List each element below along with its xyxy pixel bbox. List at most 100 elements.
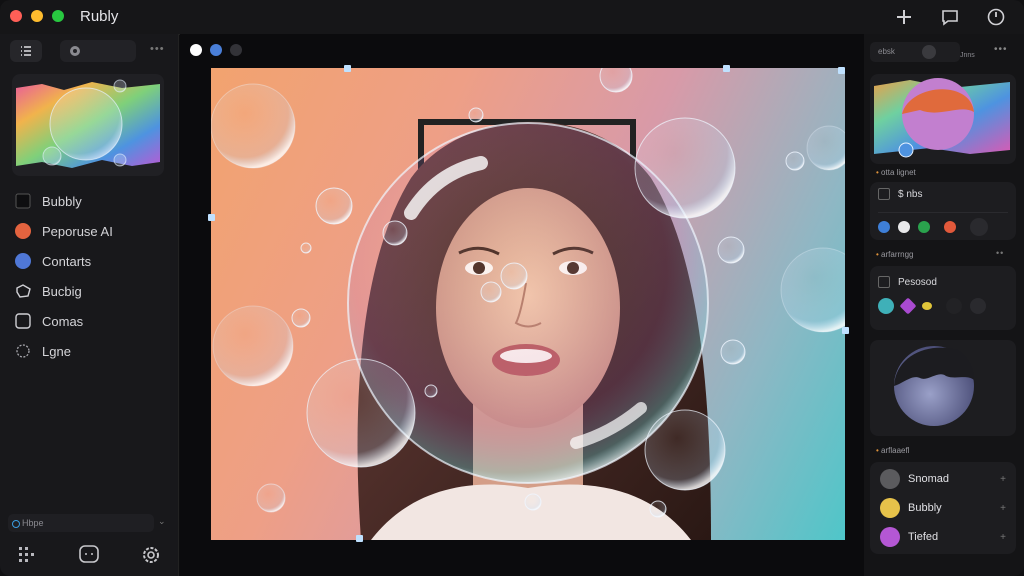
resize-handle[interactable] [208,214,215,221]
layer-label: Tiefed [908,531,939,543]
more-options-icon[interactable]: ••• [994,44,1008,55]
app-window: Rubly ••• Bubbly Peporuse AI Contarts Bu… [0,0,1024,576]
layer-item[interactable]: Snomad + [880,466,1016,492]
layer-label: Snomad [908,473,949,485]
divider [878,212,1008,213]
section-row[interactable]: $ nbs [878,188,922,200]
gray-color-dot[interactable] [230,44,242,56]
sidebar-item-label: Peporuse AI [42,223,113,239]
resize-handle[interactable] [838,67,845,74]
resize-handle[interactable] [723,65,730,72]
square-icon [15,193,31,209]
tab-label[interactable]: Jnns [960,52,975,59]
comment-icon[interactable] [939,6,961,28]
resize-handle[interactable] [842,327,849,334]
zoom-window-button[interactable] [52,10,64,22]
chevron-down-icon[interactable]: ⌄ [158,516,166,527]
gear-icon [70,46,80,56]
thumbnail-image [16,79,160,168]
layer-label: Bubbly [908,502,942,514]
layer-item[interactable]: Bubbly + [880,495,1016,521]
resize-handle[interactable] [344,65,351,72]
color-swatch-green[interactable] [918,221,930,233]
layers-card: Snomad + Bubbly + Tiefed + [870,462,1016,554]
preview-thumbnail [874,78,1010,158]
orange-circle-icon [15,223,31,239]
layer-color-dot [880,469,900,489]
row-label: $ nbs [898,188,923,200]
layer-color-dot [880,527,900,547]
chat-icon[interactable] [76,542,102,568]
more-options-icon[interactable]: •• [996,248,1004,258]
blue-color-dot[interactable] [210,44,222,56]
list-view-button[interactable] [10,40,42,62]
settings-tab[interactable] [60,40,136,62]
section-label: • otta lignet [876,168,916,177]
add-icon[interactable]: + [1000,474,1006,485]
sidebar-item-peporuse-ai[interactable]: Peporuse AI [14,216,168,246]
frame-icon [15,313,31,329]
color-swatch-dark[interactable] [970,218,988,236]
sidebar-item-contarts[interactable]: Contarts [14,246,168,276]
blue-circle-icon [15,253,31,269]
minimize-window-button[interactable] [31,10,43,22]
search-input[interactable]: Hbpe [8,514,154,532]
portrait-with-bubbles-image [211,68,845,540]
canvas-image[interactable] [211,68,845,540]
color-swatch-orange[interactable] [944,221,956,233]
left-sidebar: ••• Bubbly Peporuse AI Contarts Bucbig C… [0,34,179,576]
layer-item[interactable]: Tiefed + [880,524,1016,550]
app-title: Rubly [80,8,119,25]
sidebar-item-label: Lgne [42,343,71,359]
white-color-dot[interactable] [190,44,202,56]
checkbox[interactable] [878,188,890,200]
style-swatches [878,297,994,315]
clock-icon[interactable] [985,6,1007,28]
sphere-preview [894,346,974,426]
gear-icon[interactable] [138,542,164,568]
plus-icon[interactable] [893,6,915,28]
sidebar-item-label: Bucbig [42,283,82,299]
search-placeholder: Hbpe [22,518,44,528]
panel-tabs: ebsk [870,42,960,62]
grid-icon[interactable] [14,542,40,568]
style-swatch-purple[interactable] [899,297,917,315]
add-icon[interactable]: + [1000,503,1006,514]
sidebar-item-lgne[interactable]: Lgne [14,336,168,366]
style-section-card: Pesosod [870,266,1016,330]
material-preview-card[interactable] [870,340,1016,436]
search-icon [12,520,20,528]
sidebar-item-label: Comas [42,313,84,329]
layer-preview-card[interactable] [870,74,1016,164]
sidebar-item-bubbly[interactable]: Bubbly [14,186,168,216]
right-panel: ebsk Jnns ••• • otta lignet $ nbs • arfa… [864,34,1024,576]
sun-icon [16,344,30,358]
close-window-button[interactable] [10,10,22,22]
avatar-icon[interactable] [922,45,936,59]
project-thumbnail[interactable] [12,74,164,176]
style-swatch-black[interactable] [946,298,962,314]
section-label: • arflaaefl [876,446,910,455]
layer-color-dot [880,498,900,518]
style-swatch-teal[interactable] [878,298,894,314]
checkbox[interactable] [878,276,890,288]
sidebar-nav: Bubbly Peporuse AI Contarts Bucbig Comas… [14,186,168,366]
color-swatches [878,218,996,236]
tab-label[interactable]: ebsk [878,47,895,56]
style-swatch-dark[interactable] [970,298,986,314]
list-icon [21,46,31,56]
sidebar-item-comas[interactable]: Comas [14,306,168,336]
title-bar: Rubly [0,0,1024,35]
add-icon[interactable]: + [1000,532,1006,543]
section-label: • arfarrngg [876,250,914,259]
color-section-card: $ nbs [870,182,1016,240]
color-swatch-white[interactable] [898,221,910,233]
sidebar-item-label: Contarts [42,253,92,269]
sidebar-item-bucbig[interactable]: Bucbig [14,276,168,306]
more-options-icon[interactable]: ••• [150,43,164,55]
resize-handle[interactable] [356,535,363,542]
section-row[interactable]: Pesosod [878,276,937,288]
style-swatch-yellow[interactable] [922,302,932,310]
color-swatch-blue[interactable] [878,221,890,233]
row-label: Pesosod [898,276,937,288]
